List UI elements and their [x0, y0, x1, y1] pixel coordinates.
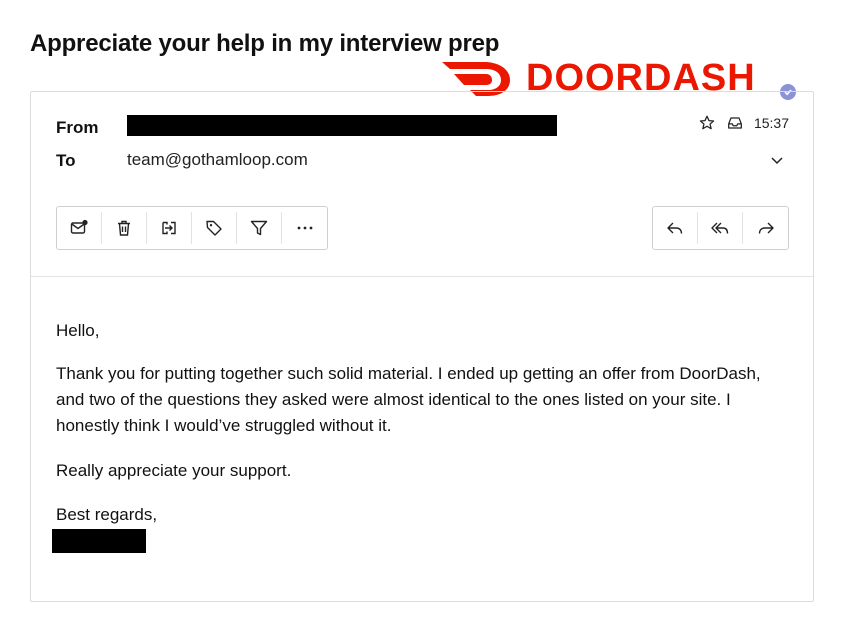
inbox-icon — [728, 117, 742, 129]
star-icon[interactable] — [698, 114, 716, 132]
email-paragraph: Really appreciate your support. — [56, 461, 292, 480]
move-to-folder-icon — [162, 221, 176, 235]
mark-unread-button[interactable] — [57, 212, 102, 244]
message-actions-toolbar — [56, 206, 328, 250]
mail-dot-icon — [70, 219, 88, 234]
timestamp: 15:37 — [753, 115, 789, 131]
trash-icon — [118, 220, 130, 236]
more-button[interactable] — [282, 212, 327, 244]
reply-button[interactable] — [653, 212, 698, 244]
filter-button[interactable] — [237, 212, 282, 244]
email-subject: Appreciate your help in my interview pre… — [30, 30, 500, 57]
header-divider — [31, 276, 813, 277]
reply-actions-toolbar — [652, 206, 789, 250]
to-label: To — [56, 151, 76, 170]
forward-icon — [758, 222, 774, 234]
move-button[interactable] — [147, 212, 192, 244]
recipient-address[interactable]: team@gothamloop.com — [127, 150, 308, 170]
email-greeting: Hello, — [56, 321, 100, 340]
more-icon — [297, 226, 312, 230]
forward-button[interactable] — [743, 212, 788, 244]
reply-all-button[interactable] — [698, 212, 743, 244]
email-meta: 15:37 — [698, 114, 789, 132]
tag-icon — [206, 220, 222, 236]
email-paragraph: Thank you for putting together such soli… — [56, 364, 761, 435]
delete-button[interactable] — [102, 212, 147, 244]
redacted-signature — [52, 529, 146, 553]
email-card: From To team@gothamloop.com 15:37 Hello,… — [30, 91, 814, 602]
from-label: From — [56, 118, 99, 137]
filter-icon — [250, 220, 268, 236]
redacted-sender — [127, 115, 557, 136]
tag-button[interactable] — [192, 212, 237, 244]
email-signoff: Best regards, — [56, 505, 158, 524]
reply-all-icon — [711, 222, 729, 234]
chevron-down-icon[interactable] — [769, 152, 785, 168]
reply-icon — [667, 222, 683, 234]
